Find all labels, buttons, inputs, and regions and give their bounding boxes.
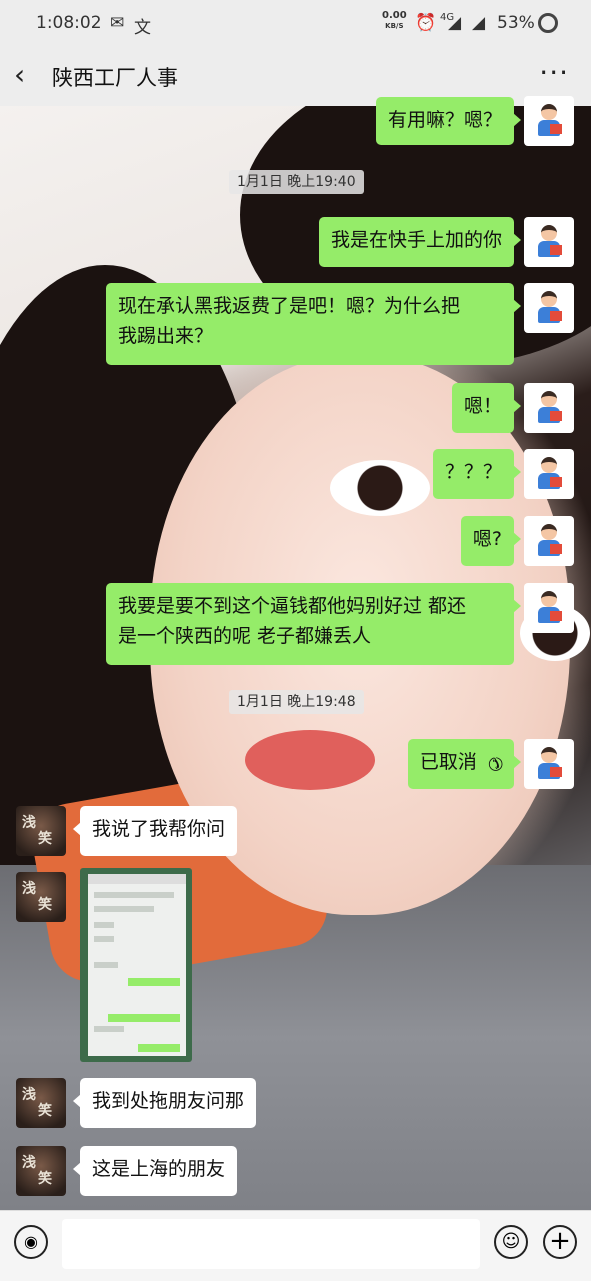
battery-icon xyxy=(538,13,558,33)
battery-percent: 53% xyxy=(497,13,535,33)
kid-avatar-icon xyxy=(536,524,562,558)
translate-icon: 文 xyxy=(134,18,151,38)
kid-avatar-icon xyxy=(536,457,562,491)
call-cancelled-message[interactable]: 已取消 ✆ xyxy=(407,739,522,789)
message-sent[interactable]: 有用嘛？嗯？ xyxy=(375,97,522,145)
avatar-text: 浅 xyxy=(22,1155,36,1171)
phone-hangup-icon: ✆ xyxy=(482,750,508,777)
avatar-text: 浅 xyxy=(22,815,36,831)
kid-avatar-icon xyxy=(536,591,562,625)
my-avatar[interactable] xyxy=(524,217,574,267)
message-line: 我要是要不到这个逼钱都他妈别好过 都还 xyxy=(118,595,467,617)
message-sent[interactable]: 我是在快手上加的你 xyxy=(318,217,522,267)
background-eye xyxy=(330,460,430,516)
network-speed-value: 0.00 xyxy=(382,10,407,21)
alarm-icon: ⏰ xyxy=(415,13,437,33)
avatar-text: 笑 xyxy=(38,831,52,847)
plus-icon[interactable]: + xyxy=(543,1225,577,1259)
status-time: 1:08:02 xyxy=(36,13,102,33)
contact-avatar[interactable]: 浅笑 xyxy=(16,1146,66,1196)
avatar-text: 笑 xyxy=(38,1103,52,1119)
kid-avatar-icon xyxy=(536,104,562,138)
avatar-text: 笑 xyxy=(38,897,52,913)
emoji-icon[interactable]: ☺ xyxy=(494,1225,528,1259)
message-line: 现在承认黑我返费了是吧！嗯？为什么把 xyxy=(118,295,461,317)
my-avatar[interactable] xyxy=(524,583,574,633)
timestamp: 1月1日 晚上19:40 xyxy=(229,170,364,194)
contact-avatar[interactable]: 浅笑 xyxy=(16,1078,66,1128)
avatar-text: 笑 xyxy=(38,1171,52,1187)
message-sent[interactable]: 嗯? xyxy=(460,516,522,566)
message-sent[interactable]: 现在承认黑我返费了是吧！嗯？为什么把 我踢出来？ xyxy=(106,283,521,365)
message-line: 是一个陕西的呢 老子都嫌丢人 xyxy=(118,625,372,647)
chevron-left-icon[interactable]: ‹ xyxy=(14,60,44,90)
my-avatar[interactable] xyxy=(524,516,574,566)
my-avatar[interactable] xyxy=(524,383,574,433)
message-received[interactable]: 我说了我帮你问 xyxy=(72,806,238,856)
kid-avatar-icon xyxy=(536,225,562,259)
avatar-text: 浅 xyxy=(22,881,36,897)
chat-title: 陕西工厂人事 xyxy=(52,66,178,90)
message-sent[interactable]: ？？？ xyxy=(432,449,522,499)
image-message-screenshot[interactable] xyxy=(80,868,192,1062)
status-bar: 1:08:02 ✉ 文 0.00 KB/S ⏰ 4G ◢ ◢ 53% xyxy=(0,0,591,46)
my-avatar[interactable] xyxy=(524,739,574,789)
my-avatar[interactable] xyxy=(524,449,574,499)
voice-icon[interactable]: ◉ xyxy=(14,1225,48,1259)
message-sent[interactable]: 我要是要不到这个逼钱都他妈别好过 都还 是一个陕西的呢 老子都嫌丢人 xyxy=(106,583,521,665)
more-options-button[interactable]: ··· xyxy=(539,56,569,89)
network-speed-unit: KB/S xyxy=(385,22,404,30)
background-lips xyxy=(245,730,375,790)
kid-avatar-icon xyxy=(536,391,562,425)
avatar-text: 浅 xyxy=(22,1087,36,1103)
message-received[interactable]: 我到处拖朋友问那 xyxy=(72,1078,257,1128)
mail-icon: ✉ xyxy=(110,13,125,33)
message-received[interactable]: 这是上海的朋友 xyxy=(72,1146,238,1196)
call-status-label: 已取消 xyxy=(419,751,477,773)
message-input[interactable] xyxy=(62,1219,480,1269)
contact-avatar[interactable]: 浅笑 xyxy=(16,872,66,922)
network-speed: 0.00 KB/S xyxy=(382,11,407,31)
message-sent[interactable]: 嗯！ xyxy=(451,383,522,433)
timestamp: 1月1日 晚上19:48 xyxy=(229,690,364,714)
screenshot-preview xyxy=(88,874,186,1056)
message-line: 我踢出来？ xyxy=(118,325,214,347)
my-avatar[interactable] xyxy=(524,96,574,146)
my-avatar[interactable] xyxy=(524,283,574,333)
signal-icon: ◢ xyxy=(448,13,462,33)
kid-avatar-icon xyxy=(536,291,562,325)
input-bar: ◉ ☺ + xyxy=(0,1210,591,1281)
kid-avatar-icon xyxy=(536,747,562,781)
contact-avatar[interactable]: 浅笑 xyxy=(16,806,66,856)
signal-icon-2: ◢ xyxy=(472,13,486,33)
